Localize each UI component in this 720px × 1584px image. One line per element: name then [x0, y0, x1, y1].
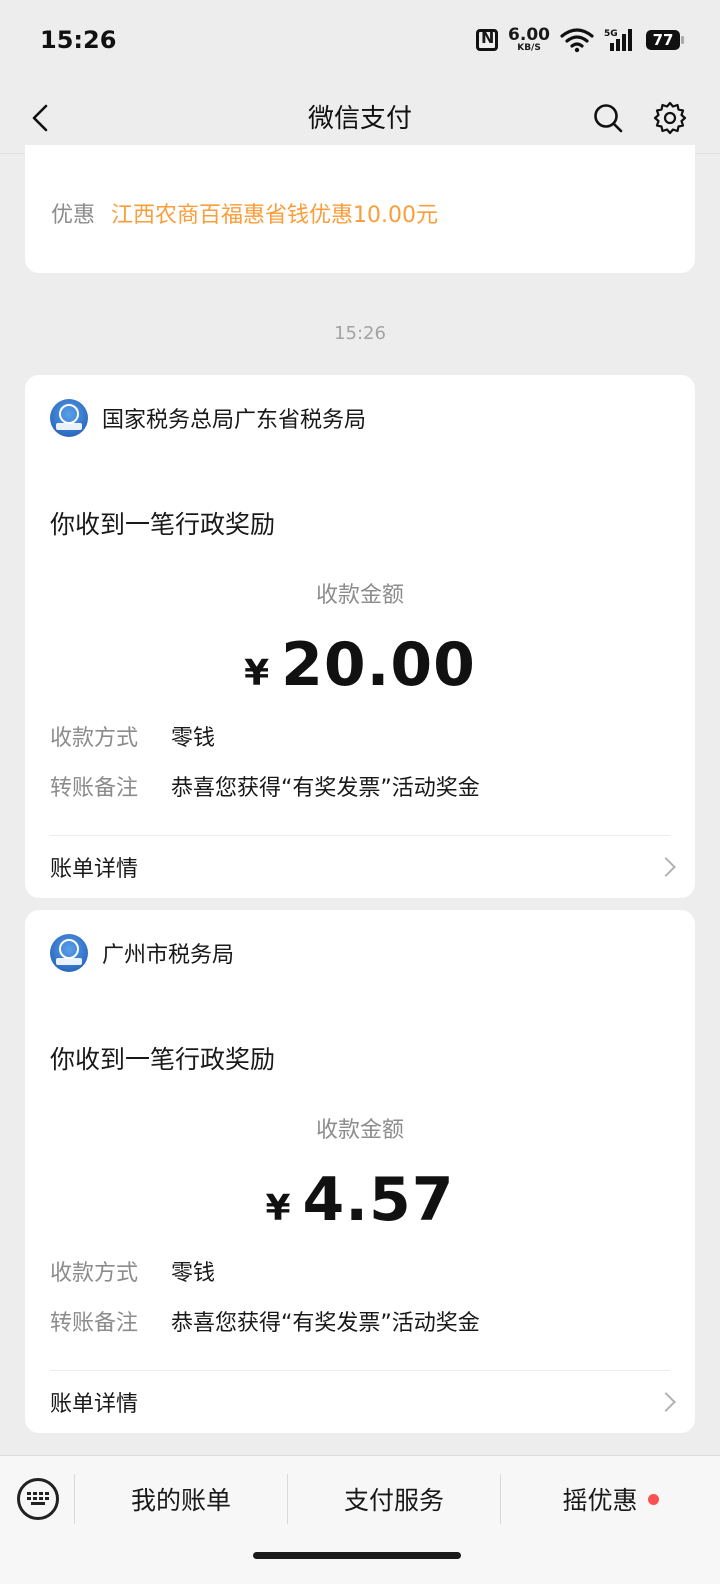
keyboard-icon	[27, 1492, 49, 1505]
net-speed-unit: KB/S	[517, 43, 541, 53]
payment-message-card[interactable]: 广州市税务局 你收到一笔行政奖励 收款金额 ¥ 4.57 收款方式 零钱 转账备…	[25, 910, 695, 1433]
amount-label: 收款金额	[315, 583, 404, 608]
sender-name: 国家税务总局广东省税务局	[102, 408, 367, 433]
keyboard-toggle-button[interactable]	[17, 1478, 59, 1520]
settings-icon	[653, 101, 687, 135]
sender-header[interactable]: 国家税务总局广东省税务局	[50, 399, 366, 437]
amount: ¥ 4.57	[25, 1165, 695, 1235]
bill-details-label: 账单详情	[50, 857, 139, 882]
payment-method-row: 收款方式 零钱	[50, 720, 215, 752]
svg-text:5G: 5G	[604, 29, 618, 39]
payment-method-value: 零钱	[171, 726, 216, 751]
discount-row: 优惠 江西农商百福惠省钱优惠10.00元	[51, 197, 438, 229]
notification-dot-icon	[647, 1493, 659, 1505]
discount-value: 江西农商百福惠省钱优惠10.00元	[111, 203, 438, 228]
message-title: 你收到一笔行政奖励	[50, 1045, 276, 1074]
tax-bureau-logo-icon	[50, 934, 88, 972]
search-icon	[594, 104, 623, 133]
amount-value: 4.57	[302, 1165, 455, 1235]
transfer-note-label: 转账备注	[50, 1311, 139, 1336]
back-icon	[32, 104, 48, 132]
nav-bar: 微信支付	[0, 80, 720, 154]
previous-message-card[interactable]: 优惠 江西农商百福惠省钱优惠10.00元	[25, 145, 695, 273]
search-button[interactable]	[588, 98, 628, 138]
message-title: 你收到一笔行政奖励	[50, 510, 276, 539]
menu-shake-deals-label: 摇优惠	[562, 1486, 638, 1515]
bill-details-label: 账单详情	[50, 1392, 139, 1417]
back-button[interactable]	[20, 98, 60, 138]
discount-label: 优惠	[51, 203, 96, 228]
transfer-note-label: 转账备注	[50, 776, 139, 801]
sender-header[interactable]: 广州市税务局	[50, 934, 234, 972]
sender-name: 广州市税务局	[102, 943, 235, 968]
nfc-icon	[476, 28, 499, 51]
payment-method-value: 零钱	[171, 1261, 216, 1286]
transfer-note-value: 恭喜您获得“有奖发票”活动奖金	[171, 776, 480, 801]
battery-icon: 77	[646, 30, 684, 50]
transfer-note-row: 转账备注 恭喜您获得“有奖发票”活动奖金	[50, 1305, 480, 1337]
status-icons: 6.00 KB/S 5G 77	[476, 27, 684, 53]
amount-label: 收款金额	[315, 1118, 404, 1143]
amount-value: 20.00	[281, 630, 476, 700]
status-time: 15:26	[40, 26, 117, 54]
currency-symbol: ¥	[265, 1188, 291, 1229]
status-bar: 15:26 6.00 KB/S 5G 77	[0, 0, 720, 80]
message-timestamp: 15:26	[334, 323, 386, 344]
menu-shake-deals[interactable]: 摇优惠	[501, 1456, 720, 1542]
payment-message-card[interactable]: 国家税务总局广东省税务局 你收到一笔行政奖励 收款金额 ¥ 20.00 收款方式…	[25, 375, 695, 898]
payment-method-row: 收款方式 零钱	[50, 1255, 215, 1287]
settings-button[interactable]	[650, 98, 690, 138]
chevron-right-icon	[656, 857, 676, 877]
payment-method-label: 收款方式	[50, 1261, 139, 1286]
transfer-note-row: 转账备注 恭喜您获得“有奖发票”活动奖金	[50, 770, 480, 802]
menu-payment-services[interactable]: 支付服务	[288, 1456, 500, 1542]
message-list[interactable]: 优惠 江西农商百福惠省钱优惠10.00元 15:26 国家税务总局广东省税务局 …	[0, 145, 720, 1455]
currency-symbol: ¥	[244, 653, 270, 694]
amount: ¥ 20.00	[25, 630, 695, 700]
wifi-icon	[560, 28, 594, 53]
page-title: 微信支付	[307, 104, 412, 134]
tax-bureau-logo-icon	[50, 399, 88, 437]
net-speed: 6.00 KB/S	[508, 27, 550, 53]
bill-details-link[interactable]: 账单详情	[25, 836, 695, 898]
signal-5g-icon: 5G	[604, 29, 632, 51]
payment-method-label: 收款方式	[50, 726, 139, 751]
bill-details-link[interactable]: 账单详情	[25, 1371, 695, 1433]
home-indicator[interactable]	[253, 1552, 461, 1559]
chevron-right-icon	[656, 1392, 676, 1412]
menu-payment-services-label: 支付服务	[343, 1486, 444, 1515]
transfer-note-value: 恭喜您获得“有奖发票”活动奖金	[171, 1311, 480, 1336]
menu-my-bills-label: 我的账单	[130, 1486, 231, 1515]
bottom-menu-bar: 我的账单 支付服务 摇优惠	[0, 1455, 720, 1584]
net-speed-value: 6.00	[508, 25, 550, 45]
menu-my-bills[interactable]: 我的账单	[75, 1456, 287, 1542]
